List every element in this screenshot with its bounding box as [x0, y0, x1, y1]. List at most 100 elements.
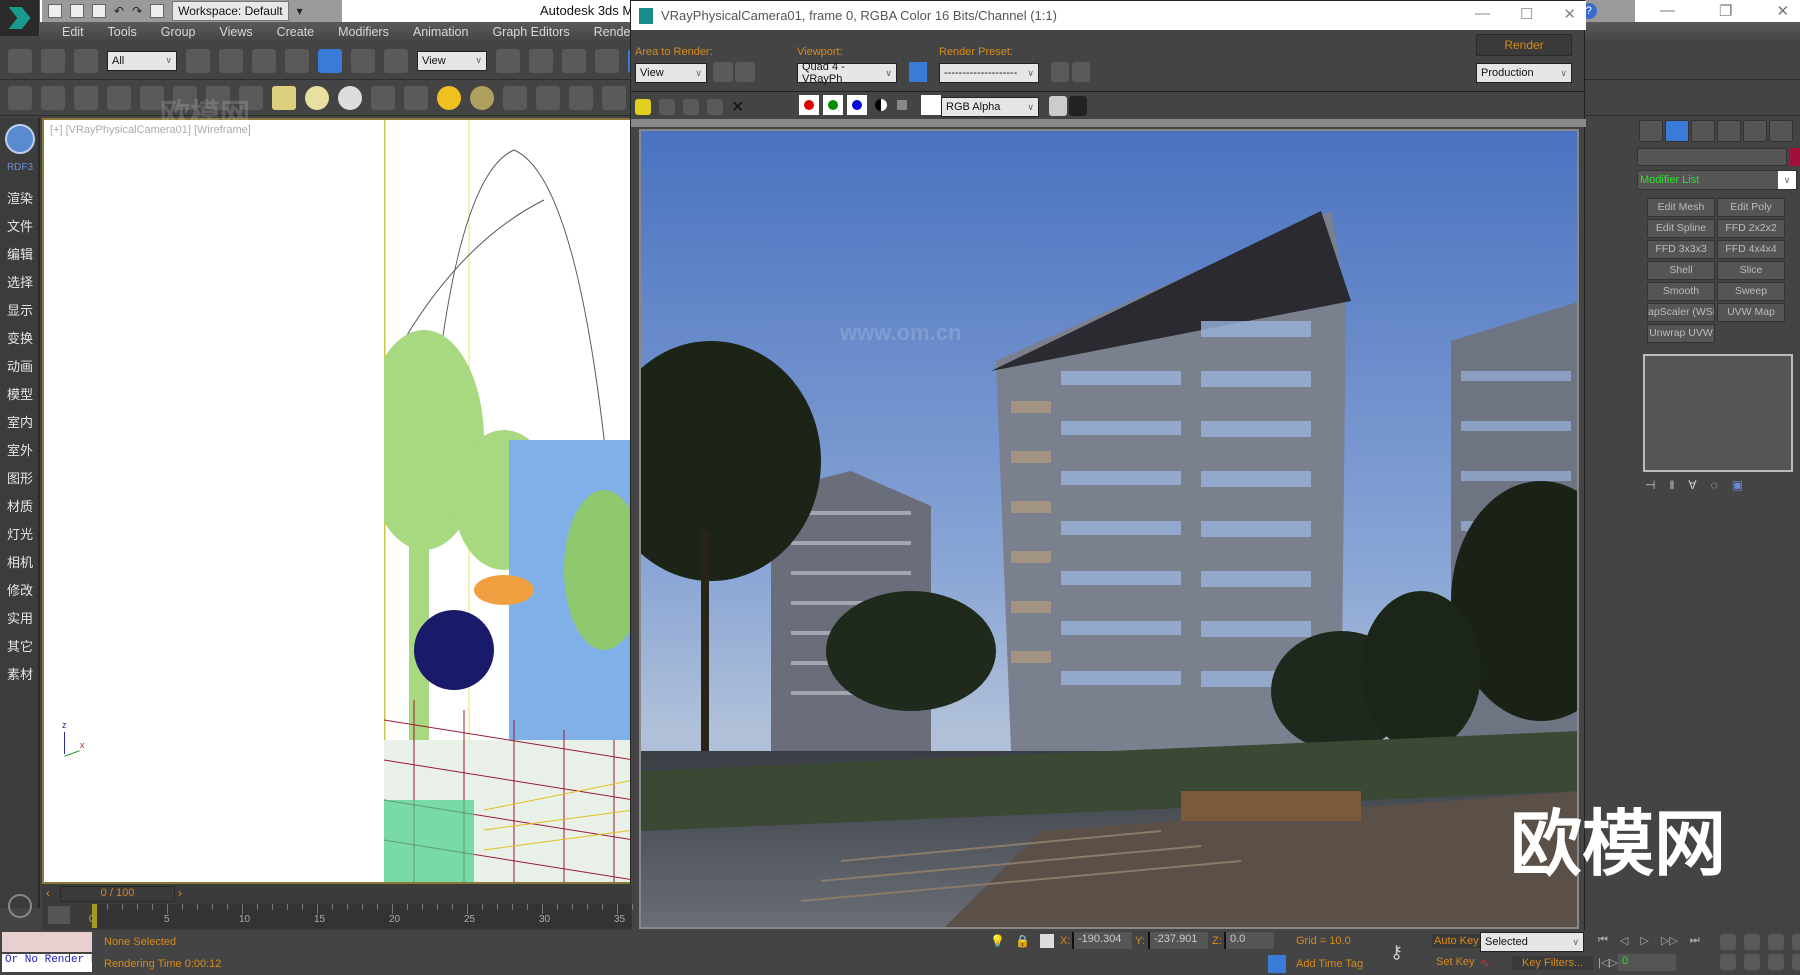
- key-filters-button[interactable]: Key Filters...: [1512, 956, 1594, 970]
- select-by-name-icon[interactable]: [219, 48, 243, 73]
- ref-coord-dropdown[interactable]: View ∨: [417, 50, 487, 71]
- sidebar-item-assets[interactable]: 素材: [0, 664, 40, 683]
- selection-filter-dropdown[interactable]: All ∨: [107, 50, 177, 71]
- configure-sets-icon[interactable]: ▣: [1732, 478, 1743, 492]
- ies-light-icon[interactable]: [371, 85, 395, 110]
- modifier-ffd-3x3x3[interactable]: FFD 3x3x3: [1647, 240, 1715, 259]
- stereo-camera-icon[interactable]: [239, 85, 263, 110]
- close-icon[interactable]: ✕: [1563, 5, 1576, 23]
- orbit-icon[interactable]: [1768, 934, 1784, 950]
- green-channel-toggle[interactable]: [823, 95, 843, 115]
- auto-region-icon[interactable]: [735, 62, 755, 82]
- sun-icon[interactable]: [437, 85, 461, 110]
- modifier-list-dropdown[interactable]: Modifier List ∨: [1637, 170, 1797, 190]
- sidebar-item-interior[interactable]: 室内: [0, 412, 40, 431]
- modifier-sweep[interactable]: Sweep: [1717, 282, 1785, 301]
- fur-icon[interactable]: [602, 85, 626, 110]
- show-end-result-icon[interactable]: ‖: [1669, 478, 1674, 492]
- sphere-light-icon[interactable]: [305, 85, 329, 110]
- sidebar-item-modify[interactable]: 修改: [0, 580, 40, 599]
- modifier-edit-spline[interactable]: Edit Spline: [1647, 219, 1715, 238]
- select-region-icon[interactable]: [252, 48, 276, 73]
- next-frame-icon[interactable]: ›: [178, 886, 192, 902]
- render-setup-icon[interactable]: [74, 85, 98, 110]
- menu-graph-editors[interactable]: Graph Editors: [480, 25, 581, 39]
- object-color-swatch[interactable]: [1790, 148, 1800, 166]
- render-button[interactable]: Render: [1476, 34, 1572, 56]
- workspace-dropdown[interactable]: Workspace: Default: [172, 1, 289, 21]
- new-file-icon[interactable]: [48, 4, 62, 18]
- maximize-icon[interactable]: ☐: [1520, 5, 1533, 23]
- min-max-toggle-icon[interactable]: [1792, 954, 1800, 970]
- mono-toggle-icon[interactable]: [875, 99, 887, 111]
- maximize-viewport-icon[interactable]: [1792, 934, 1800, 950]
- modify-tab-icon[interactable]: [1665, 120, 1689, 142]
- absolute-mode-icon[interactable]: [1040, 934, 1054, 948]
- link-icon[interactable]: [8, 48, 32, 73]
- modifier-slice[interactable]: Slice: [1717, 261, 1785, 280]
- keyboard-shortcut-icon[interactable]: [562, 48, 586, 73]
- pivot-center-icon[interactable]: [496, 48, 520, 73]
- minimize-icon[interactable]: —: [1475, 5, 1490, 23]
- background-swatch[interactable]: [921, 95, 941, 115]
- window-crossing-icon[interactable]: [285, 48, 309, 73]
- sidebar-item-utility[interactable]: 实用: [0, 608, 40, 627]
- modifier-mapscaler[interactable]: apScaler (WSM: [1647, 303, 1715, 322]
- modifier-uvw-map[interactable]: UVW Map: [1717, 303, 1785, 322]
- modifier-edit-poly[interactable]: Edit Poly: [1717, 198, 1785, 217]
- maxscript-listener[interactable]: [2, 932, 92, 952]
- area-to-render-dropdown[interactable]: View ∨: [635, 63, 707, 83]
- y-coordinate-field[interactable]: -237.901: [1148, 932, 1208, 949]
- key-curve-icon[interactable]: ∿: [1480, 956, 1490, 970]
- go-to-end-icon[interactable]: ⏭: [1690, 934, 1700, 947]
- maxscript-input[interactable]: Or No Render E: [2, 954, 92, 972]
- menu-group[interactable]: Group: [149, 25, 208, 39]
- app-logo-button[interactable]: [0, 0, 40, 36]
- hierarchy-tab-icon[interactable]: [1691, 120, 1715, 142]
- create-tab-icon[interactable]: [1639, 120, 1663, 142]
- zoom-icon[interactable]: [1720, 934, 1736, 950]
- remove-modifier-icon[interactable]: ◌: [1711, 478, 1718, 492]
- modifier-stack[interactable]: [1643, 354, 1793, 472]
- open-file-icon[interactable]: [70, 4, 84, 18]
- unlink-icon[interactable]: [41, 48, 65, 73]
- viewport-label[interactable]: [+] [VRayPhysicalCamera01] [Wireframe]: [50, 124, 251, 136]
- display-tab-icon[interactable]: [1743, 120, 1767, 142]
- time-cursor[interactable]: [92, 904, 97, 928]
- menu-create[interactable]: Create: [265, 25, 327, 39]
- manipulate-icon[interactable]: [529, 48, 553, 73]
- sidebar-item-transform[interactable]: 变换: [0, 328, 40, 347]
- customize-qa-icon[interactable]: ▾: [297, 4, 303, 18]
- motion-tab-icon[interactable]: [1717, 120, 1741, 142]
- tower-icon[interactable]: [569, 85, 593, 110]
- lock-viewport-icon[interactable]: [909, 62, 927, 82]
- go-to-start-icon[interactable]: ⏮: [1598, 934, 1608, 947]
- cone-light-icon[interactable]: [404, 85, 428, 110]
- current-frame-field[interactable]: 0: [1618, 954, 1676, 971]
- isolate-icon[interactable]: 💡: [990, 934, 1005, 948]
- settings-gear-icon[interactable]: [8, 894, 32, 918]
- print-icon[interactable]: [707, 99, 723, 115]
- mini-curve-editor-icon[interactable]: [48, 906, 70, 924]
- make-unique-icon[interactable]: ∀: [1688, 478, 1696, 492]
- bind-spacewarp-icon[interactable]: [74, 48, 98, 73]
- modifier-ffd-4x4x4[interactable]: FFD 4x4x4: [1717, 240, 1785, 259]
- menu-modifiers[interactable]: Modifiers: [326, 25, 401, 39]
- teapot-icon[interactable]: [8, 85, 32, 110]
- sidebar-item-render[interactable]: 渲染: [0, 188, 40, 207]
- sidebar-item-lights[interactable]: 灯光: [0, 524, 40, 543]
- restore-icon[interactable]: ❐: [1719, 2, 1732, 20]
- timeline-track[interactable]: 05101520253035: [89, 904, 633, 928]
- snap-toggle-icon[interactable]: [595, 48, 619, 73]
- plugin-avatar[interactable]: [5, 124, 35, 154]
- modifier-ffd-2x2x2[interactable]: FFD 2x2x2: [1717, 219, 1785, 238]
- add-time-tag[interactable]: Add Time Tag: [1296, 958, 1363, 970]
- rotate-icon[interactable]: [351, 48, 375, 73]
- time-slider[interactable]: 0 / 100: [60, 886, 175, 902]
- pan-hand-icon[interactable]: [1744, 954, 1760, 970]
- copy-image-icon[interactable]: [659, 99, 675, 115]
- walkthrough-icon[interactable]: [1768, 954, 1784, 970]
- clear-icon[interactable]: ✕: [731, 97, 744, 117]
- save-image-icon[interactable]: [635, 99, 651, 115]
- blue-channel-toggle[interactable]: [847, 95, 867, 115]
